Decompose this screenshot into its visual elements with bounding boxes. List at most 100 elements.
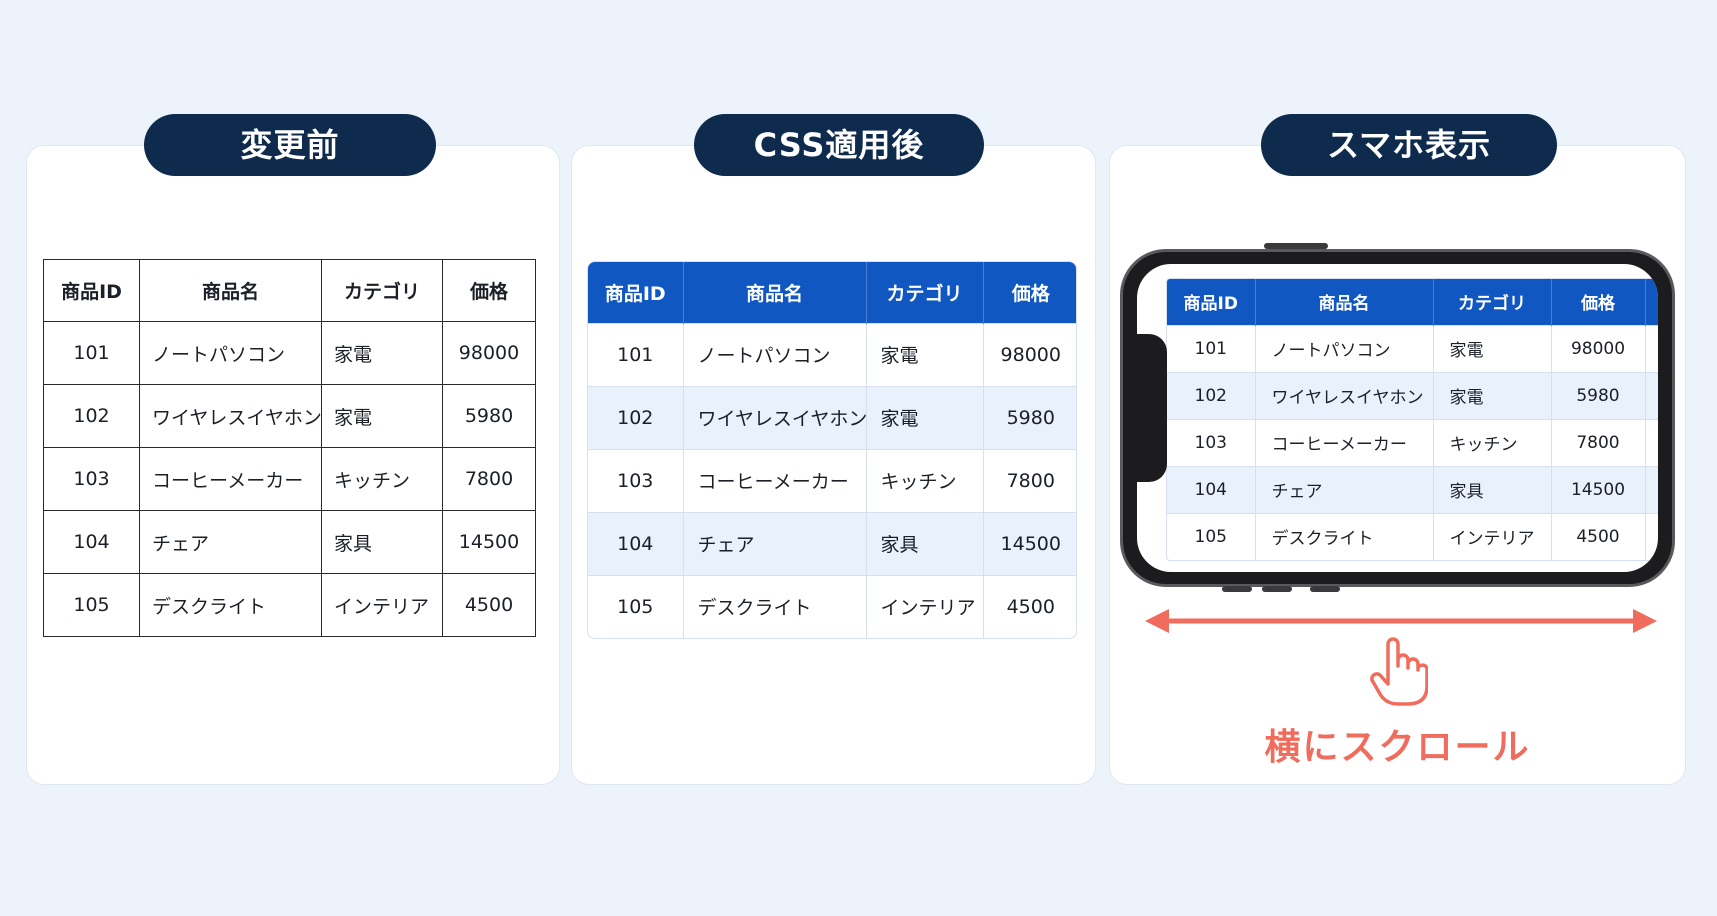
cell-id: 102: [1167, 371, 1256, 419]
phone-notch: [1137, 334, 1167, 482]
table-after: 商品ID 商品名 カテゴリ 価格 101 ノートパソコン 家電 98000 102 ワイ…: [588, 262, 1076, 638]
header-id: 商品ID: [1167, 279, 1256, 325]
cell-name: デスクライト: [1255, 512, 1434, 560]
cell-name: コーヒーメーカー: [683, 448, 867, 512]
cell-price: 14500: [983, 511, 1076, 575]
cell-name: コーヒーメーカー: [139, 447, 322, 511]
cell-overflow: [1645, 324, 1658, 372]
cell-id: 104: [588, 511, 684, 575]
phone-frame: 商品ID 商品名 カテゴリ 価格 101 ノートパソコン 家電 98000 102 ワイ…: [1120, 249, 1675, 587]
cell-price: 7800: [983, 448, 1076, 512]
phone-side-button: [1310, 586, 1340, 592]
header-name: 商品名: [1255, 279, 1434, 325]
table-row: 103 コーヒーメーカー キッチン 7800: [43, 447, 536, 511]
cell-name: ノートパソコン: [139, 321, 322, 385]
cell-name: デスクライト: [683, 574, 867, 638]
header-price: 価格: [1551, 279, 1646, 325]
cell-name: ワイヤレスイヤホン: [1255, 371, 1434, 419]
cell-name: ワイヤレスイヤホン: [683, 385, 867, 449]
cell-name: ノートパソコン: [683, 322, 867, 386]
cell-category: インテリア: [866, 574, 984, 638]
cell-name: ワイヤレスイヤホン: [139, 384, 322, 448]
cell-price: 14500: [1551, 465, 1646, 513]
cell-price: 7800: [1551, 418, 1646, 466]
scroll-label: 横にスクロール: [1264, 727, 1531, 768]
cell-id: 103: [588, 448, 684, 512]
header-category: カテゴリ: [321, 259, 443, 322]
table-row: 101 ノートパソコン 家電 98000: [43, 321, 536, 385]
table-row: 102 ワイヤレスイヤホン 家電 5980: [588, 385, 1076, 449]
table-mobile: 商品ID 商品名 カテゴリ 価格 101 ノートパソコン 家電 98000 102 ワイ…: [1167, 279, 1658, 560]
table-row: 104 チェア 家具 14500: [588, 511, 1076, 575]
cell-id: 103: [1167, 418, 1256, 466]
phone-side-button: [1222, 586, 1252, 592]
header-name: 商品名: [683, 262, 867, 323]
double-arrow-horizontal-icon: [1145, 609, 1657, 633]
panel-mobile: スマホ表示 商品ID 商品名 カテゴリ 価格 101 ノートパソコン 家電 98000: [1109, 114, 1686, 785]
cell-price: 98000: [442, 321, 536, 385]
panel-before: 変更前 商品ID 商品名 カテゴリ 価格 101 ノートパソコン 家電 98000 1…: [26, 114, 560, 785]
header-category: カテゴリ: [866, 262, 984, 323]
table-row: 104 チェア 家具 14500: [1167, 465, 1658, 513]
panel-title-mobile: スマホ表示: [1261, 114, 1557, 176]
cell-overflow: [1645, 418, 1658, 466]
table-header-row: 商品ID 商品名 カテゴリ 価格: [43, 259, 536, 322]
cell-id: 105: [588, 574, 684, 638]
cell-id: 104: [1167, 465, 1256, 513]
table-header-row: 商品ID 商品名 カテゴリ 価格: [588, 262, 1076, 323]
header-overflow: [1645, 279, 1658, 325]
cell-category: 家電: [321, 384, 443, 448]
table-row: 102 ワイヤレスイヤホン 家電 5980: [1167, 371, 1658, 419]
cell-price: 5980: [983, 385, 1076, 449]
cell-name: チェア: [683, 511, 867, 575]
cell-id: 104: [43, 510, 140, 574]
cell-category: キッチン: [866, 448, 984, 512]
table-row: 105 デスクライト インテリア 4500: [43, 573, 536, 637]
cell-name: ノートパソコン: [1255, 324, 1434, 372]
table-row: 101 ノートパソコン 家電 98000: [588, 322, 1076, 386]
cell-id: 101: [43, 321, 140, 385]
cell-category: 家電: [866, 385, 984, 449]
header-id: 商品ID: [43, 259, 140, 322]
cell-category: キッチン: [1433, 418, 1552, 466]
cell-name: チェア: [1255, 465, 1434, 513]
table-row: 104 チェア 家具 14500: [43, 510, 536, 574]
cell-category: 家電: [1433, 324, 1552, 372]
cell-category: 家具: [866, 511, 984, 575]
table-header-row: 商品ID 商品名 カテゴリ 価格: [1167, 279, 1658, 325]
cell-price: 4500: [1551, 512, 1646, 560]
cell-category: インテリア: [321, 573, 443, 637]
pointing-hand-icon: [1370, 637, 1428, 706]
cell-id: 101: [1167, 324, 1256, 372]
cell-id: 105: [1167, 512, 1256, 560]
phone-side-button: [1262, 586, 1292, 592]
cell-category: インテリア: [1433, 512, 1552, 560]
cell-price: 98000: [1551, 324, 1646, 372]
cell-id: 102: [43, 384, 140, 448]
cell-overflow: [1645, 465, 1658, 513]
header-category: カテゴリ: [1433, 279, 1552, 325]
header-id: 商品ID: [588, 262, 684, 323]
table-row: 105 デスクライト インテリア 4500: [588, 574, 1076, 638]
cell-category: 家具: [321, 510, 443, 574]
table-row: 103 コーヒーメーカー キッチン 7800: [1167, 418, 1658, 466]
cell-category: キッチン: [321, 447, 443, 511]
header-price: 価格: [442, 259, 536, 322]
cell-id: 103: [43, 447, 140, 511]
panel-after: CSS適用後 商品ID 商品名 カテゴリ 価格 101 ノートパソコン 家電 9800…: [571, 114, 1096, 785]
cell-category: 家電: [1433, 371, 1552, 419]
cell-id: 101: [588, 322, 684, 386]
cell-overflow: [1645, 371, 1658, 419]
cell-price: 4500: [442, 573, 536, 637]
phone-screen[interactable]: 商品ID 商品名 カテゴリ 価格 101 ノートパソコン 家電 98000 102 ワイ…: [1137, 264, 1658, 572]
cell-id: 105: [43, 573, 140, 637]
cell-category: 家具: [1433, 465, 1552, 513]
cell-name: チェア: [139, 510, 322, 574]
table-after-wrapper: 商品ID 商品名 カテゴリ 価格 101 ノートパソコン 家電 98000 102 ワイ…: [587, 261, 1077, 639]
table-row: 103 コーヒーメーカー キッチン 7800: [588, 448, 1076, 512]
table-mobile-wrapper[interactable]: 商品ID 商品名 カテゴリ 価格 101 ノートパソコン 家電 98000 102 ワイ…: [1166, 278, 1658, 561]
cell-price: 5980: [1551, 371, 1646, 419]
table-row: 101 ノートパソコン 家電 98000: [1167, 324, 1658, 372]
cell-price: 14500: [442, 510, 536, 574]
cell-overflow: [1645, 512, 1658, 560]
